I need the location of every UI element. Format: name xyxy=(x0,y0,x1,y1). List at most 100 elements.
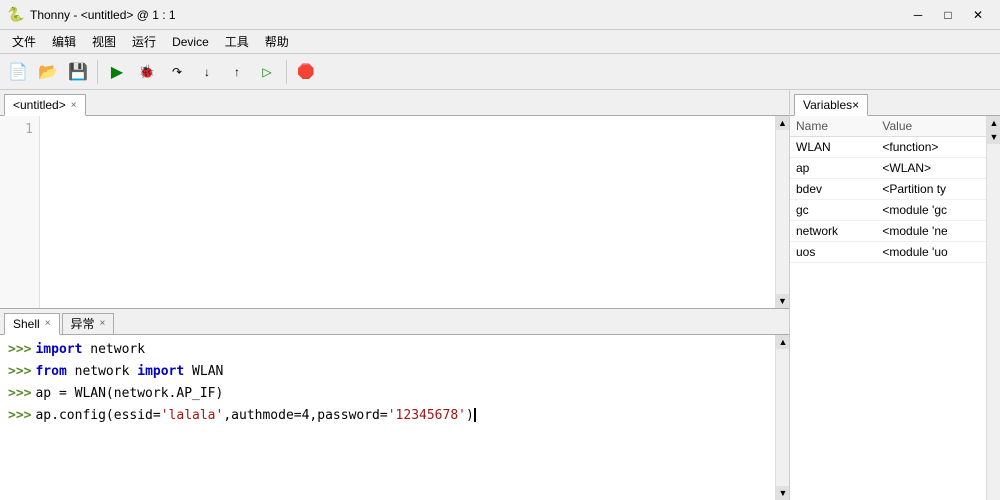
scroll-down-arrow[interactable]: ▼ xyxy=(776,294,790,308)
prompt-1: >>> xyxy=(8,339,31,361)
variables-rows: WLAN<function>ap<WLAN>bdev<Partition tyg… xyxy=(790,137,1000,263)
run-button[interactable]: ▶ xyxy=(103,58,131,86)
code-editor[interactable] xyxy=(40,116,775,308)
var-name: network xyxy=(790,221,876,242)
vars-scroll-up[interactable]: ▲ xyxy=(987,116,1000,130)
shell-line-1: >>> import network xyxy=(8,339,767,361)
close-button[interactable]: ✕ xyxy=(964,4,992,26)
editor-area: <untitled> × 1 ▲ ▼ Shell xyxy=(0,90,790,500)
toolbar: 📄 📂 💾 ▶ 🐞 ↷ ↓ ↑ ▷ 🛑 xyxy=(0,54,1000,90)
menu-file[interactable]: 文件 xyxy=(4,31,44,52)
table-row: network<module 'ne xyxy=(790,221,1000,242)
shell-scroll-down[interactable]: ▼ xyxy=(776,486,789,500)
shell-tab[interactable]: Shell × xyxy=(4,313,60,335)
toolbar-separator-2 xyxy=(286,60,287,84)
variables-content: Name Value WLAN<function>ap<WLAN>bdev<Pa… xyxy=(790,116,1000,500)
table-row: WLAN<function> xyxy=(790,137,1000,158)
editor-tab-bar: <untitled> × xyxy=(0,90,789,116)
shell-tab-close[interactable]: × xyxy=(45,318,51,329)
window-controls: ─ □ ✕ xyxy=(904,4,992,26)
variables-table: Name Value WLAN<function>ap<WLAN>bdev<Pa… xyxy=(790,116,1000,263)
editor-vertical-scrollbar[interactable]: ▲ ▼ xyxy=(775,116,789,308)
text-cursor xyxy=(474,408,476,422)
resume-button[interactable]: ▷ xyxy=(253,58,281,86)
stop-button[interactable]: 🛑 xyxy=(292,58,320,86)
menu-help[interactable]: 帮助 xyxy=(257,31,297,52)
shell-code-4: ap.config(essid='lalala',authmode=4,pass… xyxy=(35,405,475,427)
shell-code-1: import network xyxy=(35,339,145,361)
step-into-button[interactable]: ↓ xyxy=(193,58,221,86)
shell-scroll-track[interactable] xyxy=(776,349,789,487)
col-name-header: Name xyxy=(790,116,876,137)
menu-bar: 文件 编辑 视图 运行 Device 工具 帮助 xyxy=(0,30,1000,54)
variables-tab-close[interactable]: × xyxy=(852,98,859,112)
shell-line-3: >>> ap = WLAN(network.AP_IF) xyxy=(8,383,767,405)
menu-device[interactable]: Device xyxy=(164,33,217,51)
prompt-2: >>> xyxy=(8,361,31,383)
window-title: Thonny - <untitled> @ 1 : 1 xyxy=(30,8,904,22)
menu-tools[interactable]: 工具 xyxy=(217,31,257,52)
menu-view[interactable]: 视图 xyxy=(84,31,124,52)
var-name: ap xyxy=(790,158,876,179)
editor-pane[interactable]: 1 ▲ ▼ xyxy=(0,116,789,308)
shell-output[interactable]: >>> import network >>> from network impo… xyxy=(0,335,775,500)
exception-tab[interactable]: 异常 × xyxy=(62,313,115,335)
var-name: WLAN xyxy=(790,137,876,158)
table-row: bdev<Partition ty xyxy=(790,179,1000,200)
var-value: <module 'ne xyxy=(876,221,1000,242)
editor-tab-label: <untitled> xyxy=(13,98,66,112)
prompt-4: >>> xyxy=(8,405,31,427)
app-icon: 🐍 xyxy=(8,7,24,23)
col-value-header: Value xyxy=(876,116,1000,137)
vars-scroll-down[interactable]: ▼ xyxy=(987,130,1000,144)
main-content: <untitled> × 1 ▲ ▼ Shell xyxy=(0,90,1000,500)
shell-scroll-up[interactable]: ▲ xyxy=(776,335,789,349)
variables-scrollbar[interactable]: ▲ ▼ xyxy=(986,116,1000,500)
var-value: <function> xyxy=(876,137,1000,158)
debug-button[interactable]: 🐞 xyxy=(133,58,161,86)
var-value: <module 'uo xyxy=(876,242,1000,263)
var-name: uos xyxy=(790,242,876,263)
prompt-3: >>> xyxy=(8,383,31,405)
bottom-pane: Shell × 异常 × >>> import network xyxy=(0,308,789,500)
save-button[interactable]: 💾 xyxy=(64,58,92,86)
shell-line-2: >>> from network import WLAN xyxy=(8,361,767,383)
open-button[interactable]: 📂 xyxy=(34,58,62,86)
line-number-1: 1 xyxy=(0,120,39,140)
editor-tab-untitled[interactable]: <untitled> × xyxy=(4,94,86,116)
table-row: gc<module 'gc xyxy=(790,200,1000,221)
title-bar: 🐍 Thonny - <untitled> @ 1 : 1 ─ □ ✕ xyxy=(0,0,1000,30)
shell-tab-label: Shell xyxy=(13,317,40,331)
var-name: gc xyxy=(790,200,876,221)
var-value: <Partition ty xyxy=(876,179,1000,200)
variables-tab[interactable]: Variables × xyxy=(794,94,868,116)
scroll-up-arrow[interactable]: ▲ xyxy=(776,116,790,130)
variables-tab-bar: Variables × xyxy=(790,90,1000,116)
menu-run[interactable]: 运行 xyxy=(124,31,164,52)
shell-tab-bar: Shell × 异常 × xyxy=(0,309,789,335)
maximize-button[interactable]: □ xyxy=(934,4,962,26)
minimize-button[interactable]: ─ xyxy=(904,4,932,26)
shell-wrapper: >>> import network >>> from network impo… xyxy=(0,335,789,500)
exception-tab-label: 异常 xyxy=(71,315,95,332)
exception-tab-close[interactable]: × xyxy=(100,318,106,329)
var-name: bdev xyxy=(790,179,876,200)
table-row: uos<module 'uo xyxy=(790,242,1000,263)
table-row: ap<WLAN> xyxy=(790,158,1000,179)
scroll-track[interactable] xyxy=(776,130,789,294)
editor-scroll: 1 xyxy=(0,116,775,308)
line-numbers: 1 xyxy=(0,116,40,308)
editor-tab-close[interactable]: × xyxy=(71,100,77,111)
shell-vertical-scrollbar[interactable]: ▲ ▼ xyxy=(775,335,789,500)
new-button[interactable]: 📄 xyxy=(4,58,32,86)
shell-code-2: from network import WLAN xyxy=(35,361,223,383)
right-panel: Variables × Name Value WLAN<function>ap<… xyxy=(790,90,1000,500)
var-value: <WLAN> xyxy=(876,158,1000,179)
shell-line-4: >>> ap.config(essid='lalala',authmode=4,… xyxy=(8,405,767,427)
variables-tab-label: Variables xyxy=(803,98,852,112)
shell-code-3: ap = WLAN(network.AP_IF) xyxy=(35,383,223,405)
menu-edit[interactable]: 编辑 xyxy=(44,31,84,52)
var-value: <module 'gc xyxy=(876,200,1000,221)
step-out-button[interactable]: ↑ xyxy=(223,58,251,86)
step-over-button[interactable]: ↷ xyxy=(163,58,191,86)
